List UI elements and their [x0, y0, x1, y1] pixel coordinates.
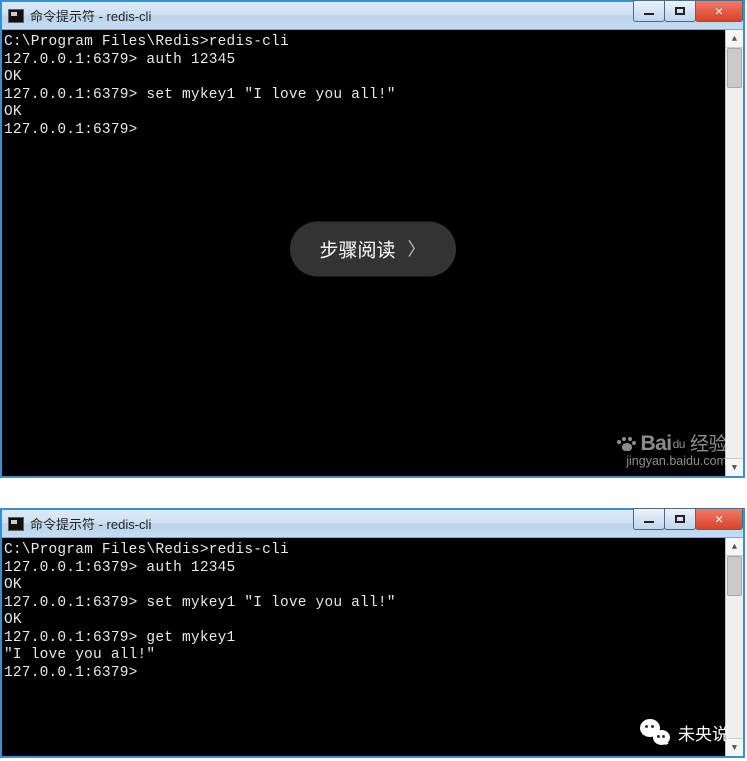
titlebar[interactable]: 命令提示符 - redis-cli ✕	[2, 2, 743, 30]
scrollbar[interactable]: ▲ ▼	[725, 30, 743, 476]
maximize-button[interactable]	[664, 0, 696, 22]
baidu-watermark: Baidu 经验 jingyan.baidu.com	[617, 429, 727, 468]
scroll-thumb[interactable]	[727, 556, 742, 596]
wechat-icon	[640, 719, 670, 745]
watermark-url: jingyan.baidu.com	[617, 454, 727, 468]
watermark-brand-suffix: 经验	[690, 434, 727, 455]
minimize-button[interactable]	[633, 0, 665, 22]
cmd-window-1: 命令提示符 - redis-cli ✕ C:\Program Files\Red…	[0, 0, 745, 478]
window-controls: ✕	[633, 508, 743, 530]
close-button[interactable]: ✕	[695, 0, 743, 22]
step-read-label: 步骤阅读	[319, 235, 395, 262]
scroll-up-button[interactable]: ▲	[726, 538, 743, 556]
wechat-name: 未央说	[678, 720, 729, 745]
scroll-up-button[interactable]: ▲	[726, 30, 743, 48]
scroll-down-button[interactable]: ▼	[726, 458, 743, 476]
window-controls: ✕	[633, 0, 743, 22]
cmd-icon	[8, 9, 24, 23]
wechat-attribution: 未央说	[640, 719, 729, 745]
step-read-button[interactable]: 步骤阅读 〉	[289, 221, 455, 276]
cmd-icon	[8, 517, 24, 531]
minimize-button[interactable]	[633, 508, 665, 530]
terminal-output[interactable]: C:\Program Files\Redis>redis-cli 127.0.0…	[2, 538, 725, 756]
window-title: 命令提示符 - redis-cli	[30, 514, 151, 533]
cmd-window-2: 命令提示符 - redis-cli ✕ C:\Program Files\Red…	[0, 508, 745, 758]
window-title: 命令提示符 - redis-cli	[30, 6, 151, 25]
chevron-right-icon: 〉	[408, 236, 426, 262]
titlebar[interactable]: 命令提示符 - redis-cli ✕	[2, 510, 743, 538]
paw-icon	[617, 437, 635, 451]
watermark-brand-du: du	[672, 437, 686, 451]
scroll-thumb[interactable]	[727, 48, 742, 88]
close-button[interactable]: ✕	[695, 508, 743, 530]
watermark-brand-prefix: Bai	[640, 432, 671, 455]
maximize-button[interactable]	[664, 508, 696, 530]
